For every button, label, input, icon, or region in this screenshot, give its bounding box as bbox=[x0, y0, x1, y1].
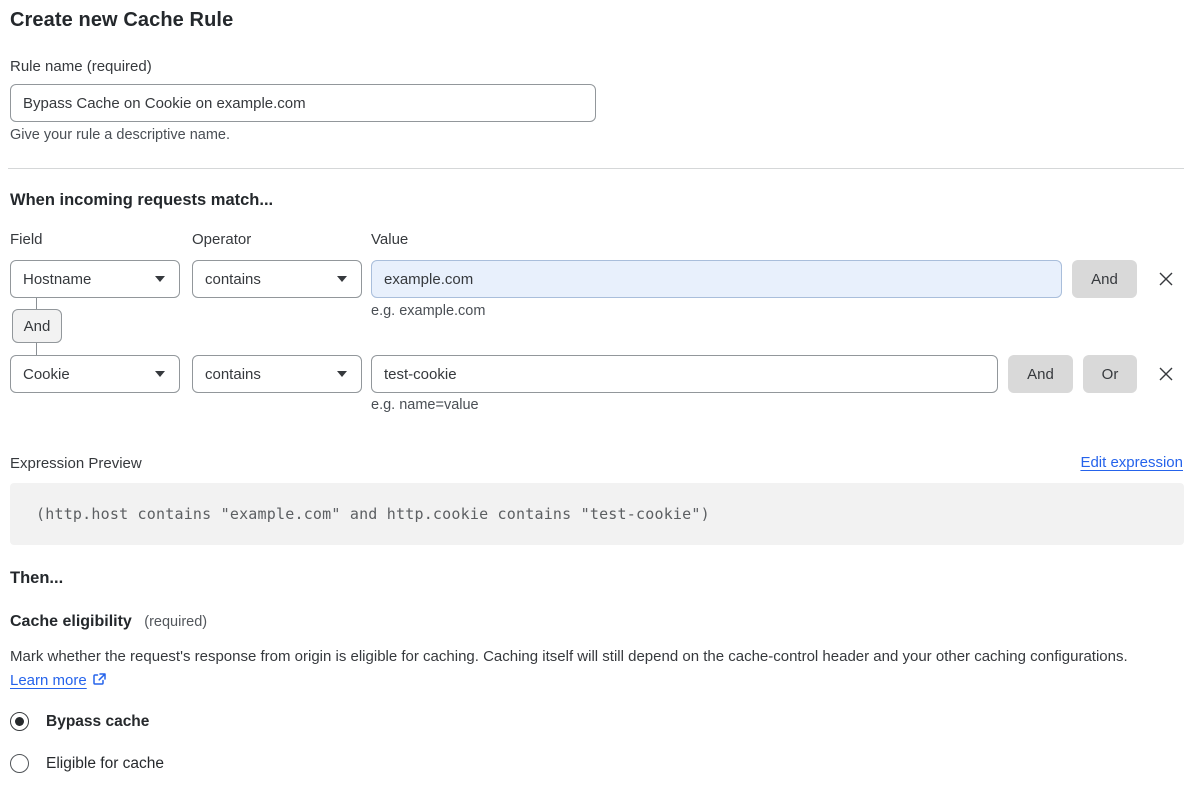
radio-option-bypass-cache[interactable]: Bypass cache bbox=[10, 712, 149, 731]
radio-selected-icon[interactable] bbox=[10, 712, 29, 731]
connector-line-bottom bbox=[36, 343, 37, 355]
create-cache-rule-page: Create new Cache Rule Rule name (require… bbox=[0, 0, 1200, 793]
radio-option-eligible-for-cache[interactable]: Eligible for cache bbox=[10, 754, 164, 773]
close-icon bbox=[1159, 272, 1173, 286]
radio-dot bbox=[15, 717, 24, 726]
row2-field-selected-value: Cookie bbox=[23, 365, 70, 383]
chevron-down-icon bbox=[337, 371, 347, 377]
section-divider bbox=[8, 168, 1184, 169]
learn-more-link[interactable]: Learn more bbox=[10, 672, 87, 689]
expression-preview-label: Expression Preview bbox=[10, 455, 142, 472]
row1-operator-select[interactable]: contains bbox=[192, 260, 362, 298]
then-heading: Then... bbox=[10, 569, 64, 587]
row2-value-input[interactable] bbox=[371, 355, 998, 393]
row2-operator-select[interactable]: contains bbox=[192, 355, 362, 393]
rule-name-input[interactable] bbox=[10, 84, 596, 122]
row1-and-button[interactable]: And bbox=[1072, 260, 1137, 298]
row2-value-helper: e.g. name=value bbox=[371, 397, 479, 413]
expression-code-block: (http.host contains "example.com" and ht… bbox=[10, 483, 1184, 545]
chevron-down-icon bbox=[155, 371, 165, 377]
column-label-operator: Operator bbox=[192, 231, 252, 248]
radio-unselected-icon[interactable] bbox=[10, 754, 29, 773]
radio-label-eligible-for-cache: Eligible for cache bbox=[46, 754, 165, 772]
cache-eligibility-heading: Cache eligibility bbox=[10, 613, 132, 630]
required-note: (required) bbox=[144, 614, 208, 630]
row1-value-helper: e.g. example.com bbox=[371, 303, 486, 319]
row2-field-select[interactable]: Cookie bbox=[10, 355, 180, 393]
column-label-field: Field bbox=[10, 231, 43, 248]
row2-and-button[interactable]: And bbox=[1008, 355, 1073, 393]
radio-label-bypass-cache: Bypass cache bbox=[46, 712, 150, 730]
row1-field-select[interactable]: Hostname bbox=[10, 260, 180, 298]
external-link-icon bbox=[92, 671, 107, 695]
cache-eligibility-description: Mark whether the request's response from… bbox=[10, 645, 1170, 695]
chevron-down-icon bbox=[337, 276, 347, 282]
logic-connector-and-chip[interactable]: And bbox=[12, 309, 62, 343]
description-text: Mark whether the request's response from… bbox=[10, 648, 1128, 665]
row2-operator-selected-value: contains bbox=[205, 365, 261, 383]
column-label-value: Value bbox=[371, 231, 409, 248]
rule-name-label: Rule name (required) bbox=[10, 58, 152, 75]
connector-line-top bbox=[36, 298, 37, 309]
close-icon bbox=[1159, 367, 1173, 381]
expression-code: (http.host contains "example.com" and ht… bbox=[36, 505, 710, 523]
chevron-down-icon bbox=[155, 276, 165, 282]
row2-remove-button[interactable] bbox=[1152, 360, 1180, 388]
row1-field-selected-value: Hostname bbox=[23, 270, 92, 288]
row1-operator-selected-value: contains bbox=[205, 270, 261, 288]
row2-or-button[interactable]: Or bbox=[1083, 355, 1137, 393]
match-heading: When incoming requests match... bbox=[10, 191, 274, 209]
edit-expression-link[interactable]: Edit expression bbox=[1080, 454, 1183, 471]
page-title: Create new Cache Rule bbox=[10, 9, 234, 31]
row1-remove-button[interactable] bbox=[1152, 265, 1180, 293]
cache-eligibility-heading-row: Cache eligibility (required) bbox=[10, 613, 207, 631]
row1-value-input[interactable] bbox=[371, 260, 1062, 298]
rule-name-helper: Give your rule a descriptive name. bbox=[10, 127, 231, 143]
